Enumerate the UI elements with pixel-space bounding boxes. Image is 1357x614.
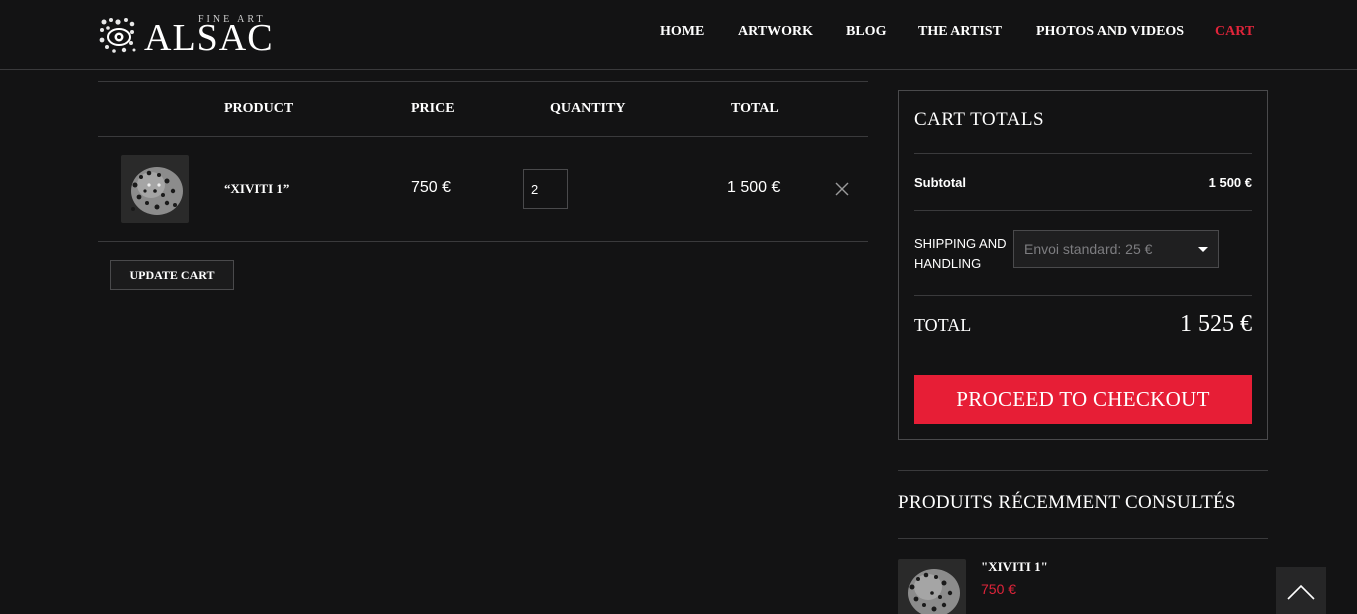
shipping-selected-value: Envoi standard: 25 € [1024,241,1153,257]
remove-item-close-icon[interactable] [834,181,850,197]
column-header-quantity: QUANTITY [550,101,626,116]
column-header-price: PRICE [411,101,455,116]
brand-logo[interactable]: FINE ART ALSAC [98,14,288,58]
nav-item-blog[interactable]: BLOG [846,24,886,40]
scroll-to-top-button[interactable] [1276,567,1326,614]
site-header: FINE ART ALSAC HOME ARTWORK BLOG THE ART… [0,0,1357,70]
column-header-total: TOTAL [731,101,779,116]
subtotal-label: Subtotal [914,175,966,190]
order-total-value: 1 525 € [1180,311,1252,337]
totals-divider [914,295,1252,296]
line-total: 1 500 € [727,179,781,196]
order-total-label: TOTAL [914,315,972,335]
leopard-eye-logo-icon [98,16,136,54]
leopard-photo-icon [898,559,966,614]
proceed-to-checkout-button[interactable]: PROCEED TO CHECKOUT [914,375,1252,424]
nav-item-photos-and-videos[interactable]: PHOTOS AND VIDEOS [1036,24,1184,40]
nav-item-artwork[interactable]: ARTWORK [738,24,813,40]
product-price: 750 € [411,179,452,196]
subtotal-value: 1 500 € [1208,175,1252,190]
nav-item-the-artist[interactable]: THE ARTIST [918,24,1002,40]
recently-viewed-title: PRODUITS RÉCEMMENT CONSULTÉS [898,492,1236,513]
recently-viewed-thumbnail[interactable] [898,559,966,614]
update-cart-button[interactable]: UPDATE CART [110,260,234,290]
shipping-label: SHIPPING AND HANDLING [914,236,1007,271]
product-thumbnail[interactable] [121,155,189,223]
leopard-photo-icon [121,155,189,223]
quantity-input[interactable] [523,169,568,209]
recently-viewed-divider [898,538,1268,539]
totals-divider [914,153,1252,154]
shipping-method-select[interactable]: Envoi standard: 25 € [1013,230,1219,268]
cart-totals-title: CART TOTALS [914,109,1045,130]
recently-viewed-top-divider [898,470,1268,471]
cart-totals-panel: CART TOTALS Subtotal 1 500 € SHIPPING AN… [898,90,1268,440]
brand-name: ALSAC [144,17,274,59]
table-bottom-divider [98,241,868,242]
nav-item-home[interactable]: HOME [660,24,704,40]
table-header-divider [98,136,868,137]
product-name-link[interactable]: “XIVITI 1” [224,181,289,197]
nav-item-cart[interactable]: CART [1215,24,1254,40]
totals-divider [914,210,1252,211]
chevron-up-icon [1287,584,1315,600]
table-top-divider [98,81,868,82]
recently-viewed-product-name[interactable]: "XIVITI 1" [981,559,1048,575]
caret-down-icon [1198,247,1208,252]
recently-viewed-product-price: 750 € [981,581,1017,597]
column-header-product: PRODUCT [224,101,294,116]
